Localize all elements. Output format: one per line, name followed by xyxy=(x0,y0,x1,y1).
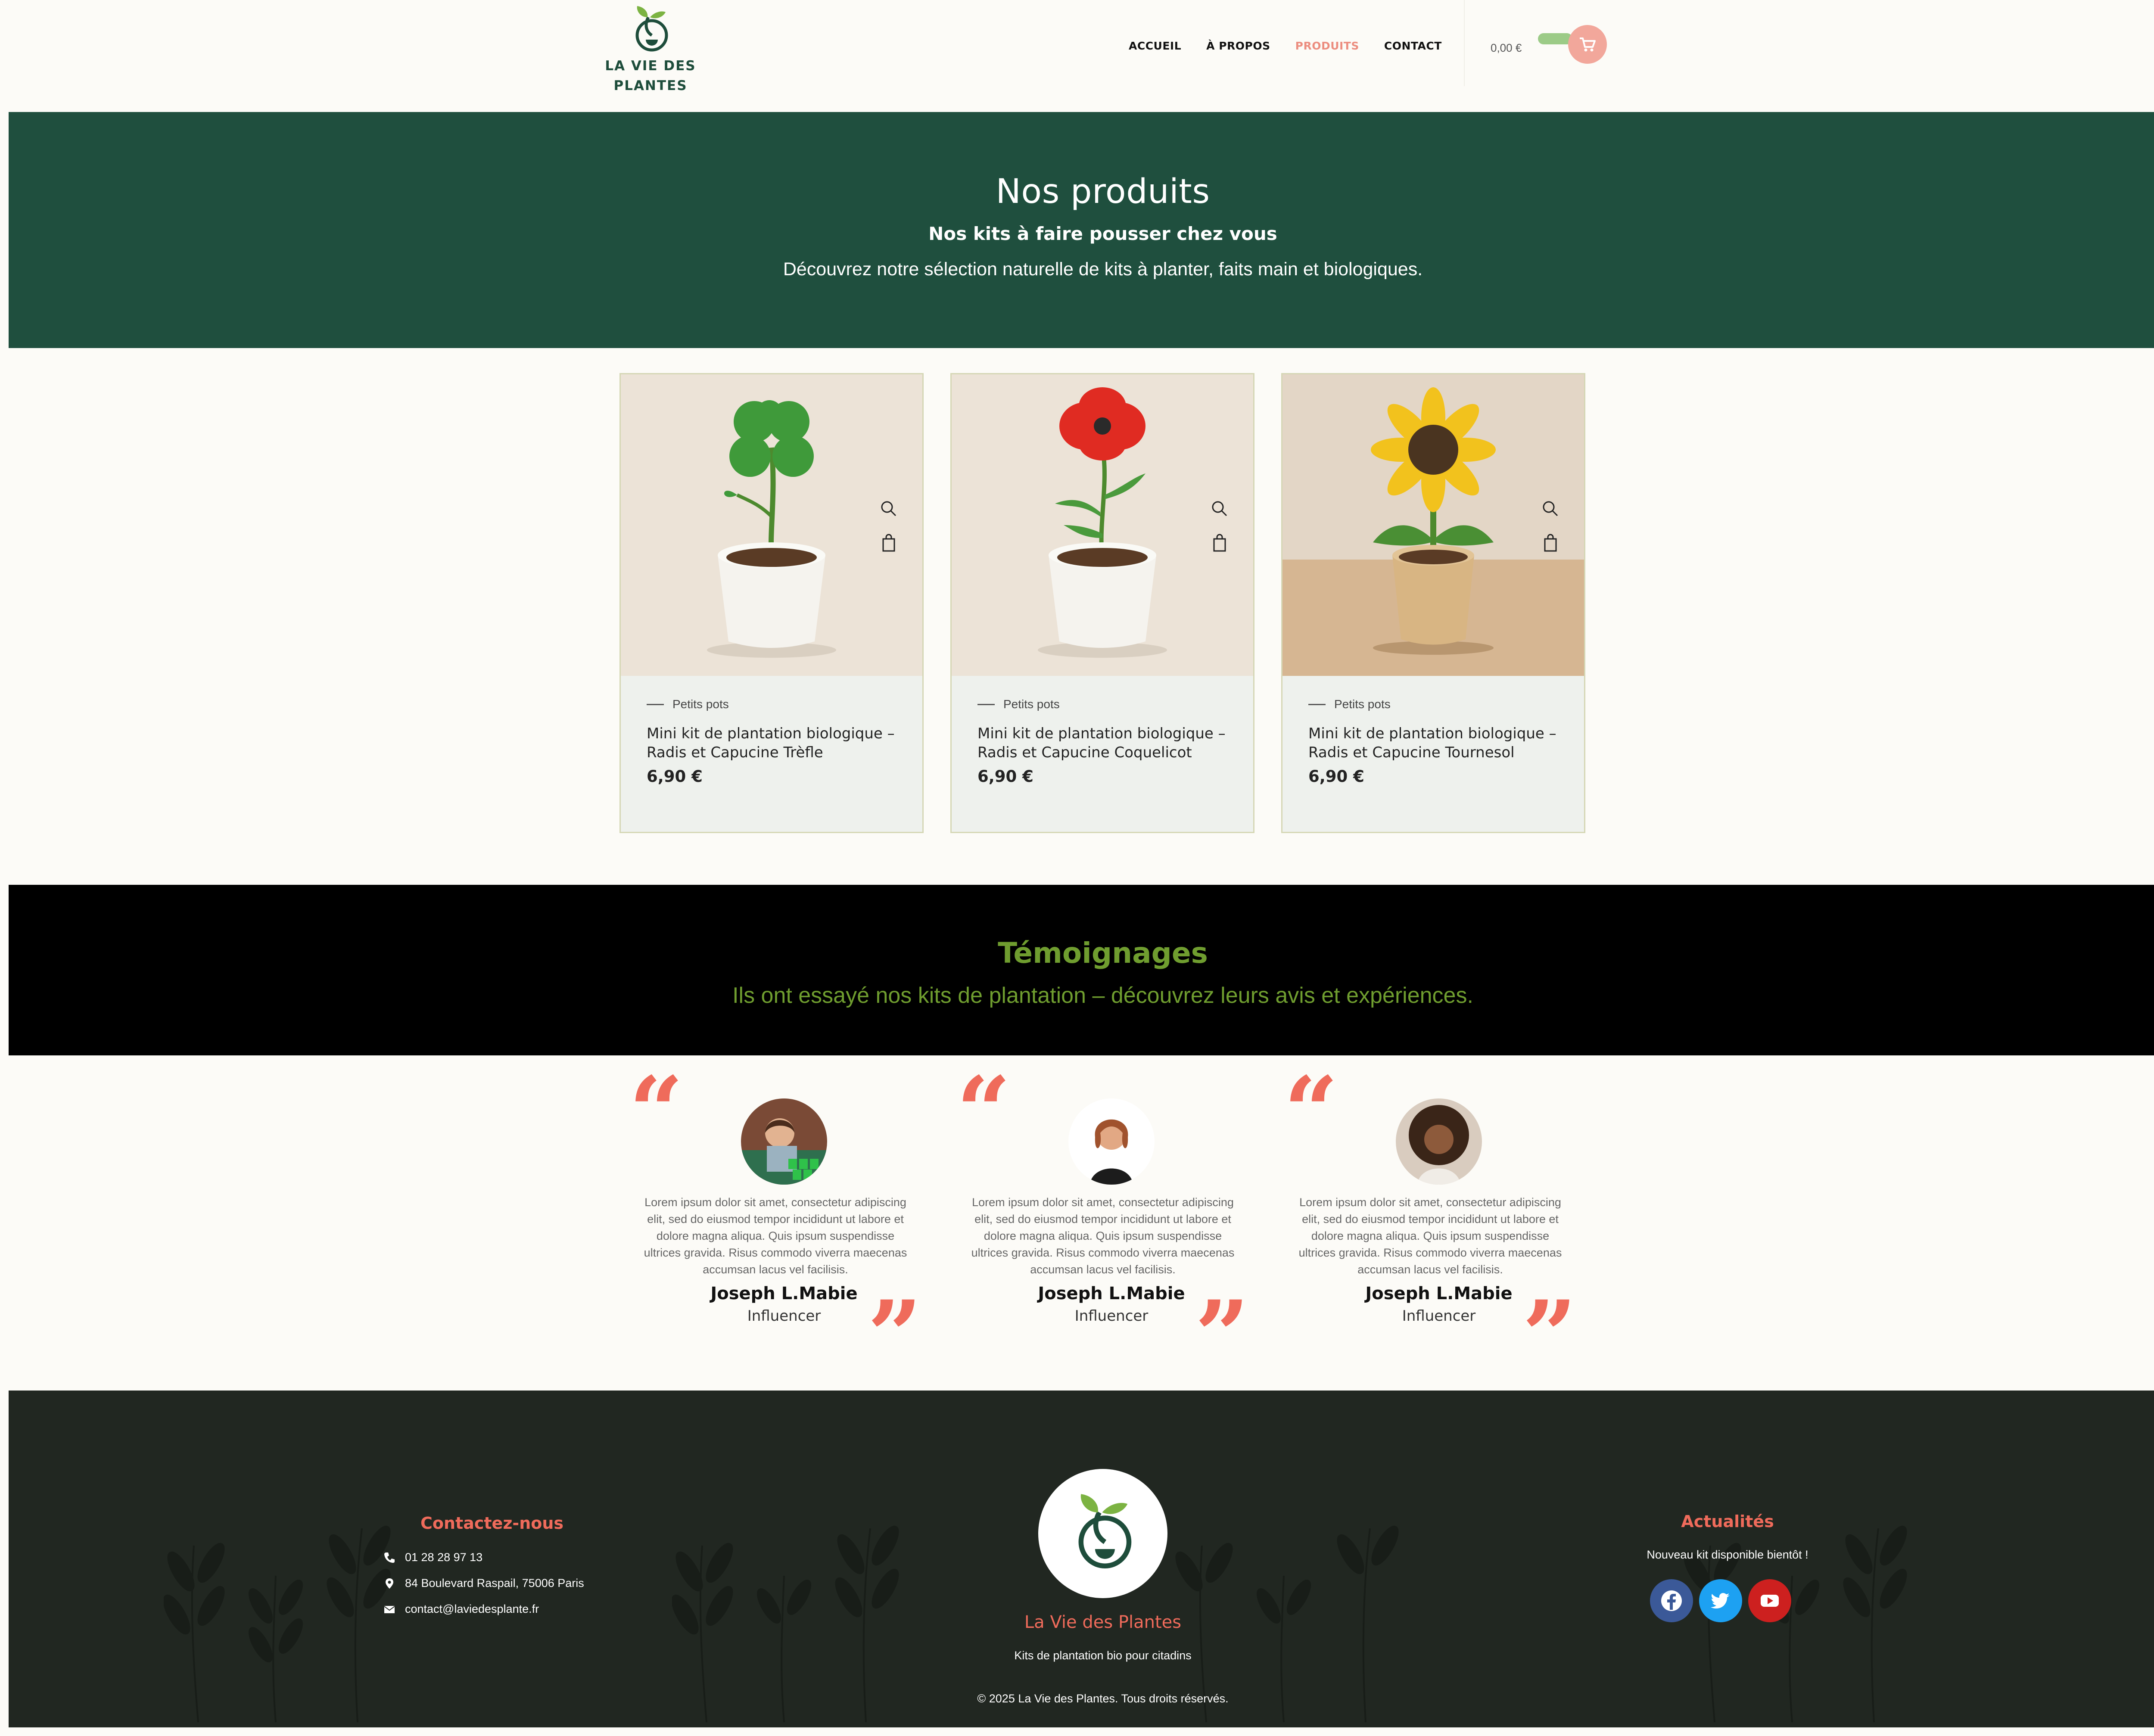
site-logo[interactable]: LA VIE DES PLANTES xyxy=(603,4,698,96)
product-card[interactable]: Petits pots Mini kit de plantation biolo… xyxy=(619,373,924,833)
nav-a-propos[interactable]: À PROPOS xyxy=(1206,40,1270,52)
logo-sprout-icon xyxy=(1078,1494,1132,1569)
quick-view-icon[interactable] xyxy=(1541,499,1560,518)
close-quote-icon: ” xyxy=(867,1279,922,1391)
twitter-link[interactable] xyxy=(1699,1579,1742,1622)
product-name-line-2: Radis et Capucine Tournesol xyxy=(1308,744,1515,761)
avatar xyxy=(1068,1098,1155,1185)
quick-view-icon[interactable] xyxy=(1210,499,1229,518)
envelope-icon xyxy=(384,1605,395,1613)
testimonial-text: Lorem ipsum dolor sit amet, consectetur … xyxy=(971,1196,1235,1276)
avatar xyxy=(741,1098,827,1185)
header-divider xyxy=(1464,0,1465,86)
avatar-photo xyxy=(1396,1098,1482,1185)
testimonials-subtitle: Ils ont essayé nos kits de plantation – … xyxy=(732,983,1473,1008)
testimonial-text: Lorem ipsum dolor sit amet, consectetur … xyxy=(644,1196,907,1276)
footer-brand: La Vie des Plantes xyxy=(1024,1612,1182,1632)
product-card[interactable]: Petits pots Mini kit de plantation biolo… xyxy=(1281,373,1585,833)
product-name-line-1: Mini kit de plantation biologique – xyxy=(647,725,895,742)
news-title: Actualités xyxy=(1681,1512,1774,1531)
logo-line-1: LA VIE DES xyxy=(605,58,696,74)
nav-contact[interactable]: CONTACT xyxy=(1384,40,1442,52)
cart-count-pill xyxy=(1538,33,1572,44)
product-price: 6,90 € xyxy=(977,767,1033,786)
page-description: Découvrez notre sélection naturelle de k… xyxy=(783,259,1423,280)
open-quote-icon: “ xyxy=(1284,1055,1338,1167)
logo-line-2: PLANTES xyxy=(613,78,688,93)
product-price: 6,90 € xyxy=(1308,767,1364,786)
main-nav: ACCUEIL À PROPOS PRODUITS CONTACT xyxy=(1129,40,1442,52)
testimonials-title: Témoignages xyxy=(998,936,1208,970)
product-name[interactable]: Mini kit de plantation biologique – Radi… xyxy=(647,724,896,762)
avatar xyxy=(1396,1098,1482,1185)
product-name-line-2: Radis et Capucine Trèfle xyxy=(647,744,823,761)
open-quote-icon: “ xyxy=(956,1055,1011,1167)
email-text: contact@laviedesplante.fr xyxy=(405,1602,539,1615)
facebook-link[interactable] xyxy=(1650,1579,1693,1622)
close-quote-icon: ” xyxy=(1195,1279,1249,1391)
product-image[interactable] xyxy=(1282,374,1584,676)
product-image[interactable] xyxy=(952,374,1253,676)
product-name[interactable]: Mini kit de plantation biologique – Radi… xyxy=(1308,724,1558,762)
sunflower-plant-icon xyxy=(1282,374,1584,676)
contact-title: Contactez-nous xyxy=(420,1514,564,1533)
cart-icon xyxy=(1580,37,1596,52)
address-text: 84 Boulevard Raspail, 75006 Paris xyxy=(405,1577,584,1590)
social-links xyxy=(1650,1579,1791,1622)
testimonial-text: Lorem ipsum dolor sit amet, consectetur … xyxy=(1298,1196,1562,1276)
poppy-plant-icon xyxy=(952,374,1253,676)
footer-tagline: Kits de plantation bio pour citadins xyxy=(1014,1649,1192,1662)
product-name-line-1: Mini kit de plantation biologique – xyxy=(1308,725,1556,742)
youtube-link[interactable] xyxy=(1748,1579,1791,1622)
quick-view-icon[interactable] xyxy=(879,499,898,518)
product-category[interactable]: Petits pots xyxy=(1308,697,1558,711)
phone-icon xyxy=(384,1552,395,1563)
products-hero: Nos produits Nos kits à faire pousser ch… xyxy=(9,112,2154,348)
youtube-icon xyxy=(1761,1595,1779,1607)
page-title: Nos produits xyxy=(996,172,1210,211)
contact-address: 84 Boulevard Raspail, 75006 Paris xyxy=(383,1577,584,1590)
close-quote-icon: ” xyxy=(1522,1279,1577,1391)
product-image[interactable] xyxy=(621,374,922,676)
news-text: Nouveau kit disponible bientôt ! xyxy=(1647,1548,1808,1561)
nav-accueil[interactable]: ACCUEIL xyxy=(1129,40,1181,52)
contact-email[interactable]: contact@laviedesplante.fr xyxy=(383,1602,539,1616)
add-to-cart-icon[interactable] xyxy=(1210,534,1229,553)
contact-phone[interactable]: 01 28 28 97 13 xyxy=(383,1551,482,1564)
cart-total[interactable]: 0,00 € xyxy=(1491,41,1522,55)
avatar-photo xyxy=(1068,1098,1155,1185)
product-name[interactable]: Mini kit de plantation biologique – Radi… xyxy=(977,724,1227,762)
footer-logo[interactable] xyxy=(1038,1469,1167,1598)
leaf-decoration xyxy=(164,1525,391,1723)
add-to-cart-icon[interactable] xyxy=(1541,534,1560,553)
footer-copyright: © 2025 La Vie des Plantes. Tous droits r… xyxy=(977,1692,1229,1705)
product-name-line-1: Mini kit de plantation biologique – xyxy=(977,725,1226,742)
product-card[interactable]: Petits pots Mini kit de plantation biolo… xyxy=(950,373,1254,833)
add-to-cart-icon[interactable] xyxy=(879,534,898,553)
clover-plant-icon xyxy=(621,374,922,676)
testimonials-header: Témoignages Ils ont essayé nos kits de p… xyxy=(9,885,2154,1055)
logo-sprout-icon xyxy=(635,6,668,52)
cart-button[interactable] xyxy=(1568,25,1607,64)
phone-number: 01 28 28 97 13 xyxy=(405,1551,483,1564)
open-quote-icon: “ xyxy=(629,1055,684,1167)
avatar-photo xyxy=(741,1098,827,1185)
twitter-icon xyxy=(1711,1593,1730,1608)
product-category[interactable]: Petits pots xyxy=(647,697,896,711)
site-header: LA VIE DES PLANTES ACCUEIL À PROPOS PROD… xyxy=(0,0,2154,112)
page-subtitle: Nos kits à faire pousser chez vous xyxy=(928,223,1277,244)
product-category[interactable]: Petits pots xyxy=(977,697,1227,711)
nav-produits[interactable]: PRODUITS xyxy=(1295,40,1359,52)
site-footer: Contactez-nous 01 28 28 97 13 84 Bouleva… xyxy=(9,1391,2154,1727)
testimonial-card: “ Lorem ipsum dolor sit amet, consectetu… xyxy=(629,1064,922,1383)
product-name-line-2: Radis et Capucine Coquelicot xyxy=(977,744,1192,761)
map-pin-icon xyxy=(386,1578,393,1589)
facebook-icon xyxy=(1661,1590,1682,1611)
testimonial-card: “ Lorem ipsum dolor sit amet, consectetu… xyxy=(1284,1064,1577,1383)
product-price: 6,90 € xyxy=(647,767,703,786)
testimonial-card: “ Lorem ipsum dolor sit amet, consectetu… xyxy=(956,1064,1249,1383)
